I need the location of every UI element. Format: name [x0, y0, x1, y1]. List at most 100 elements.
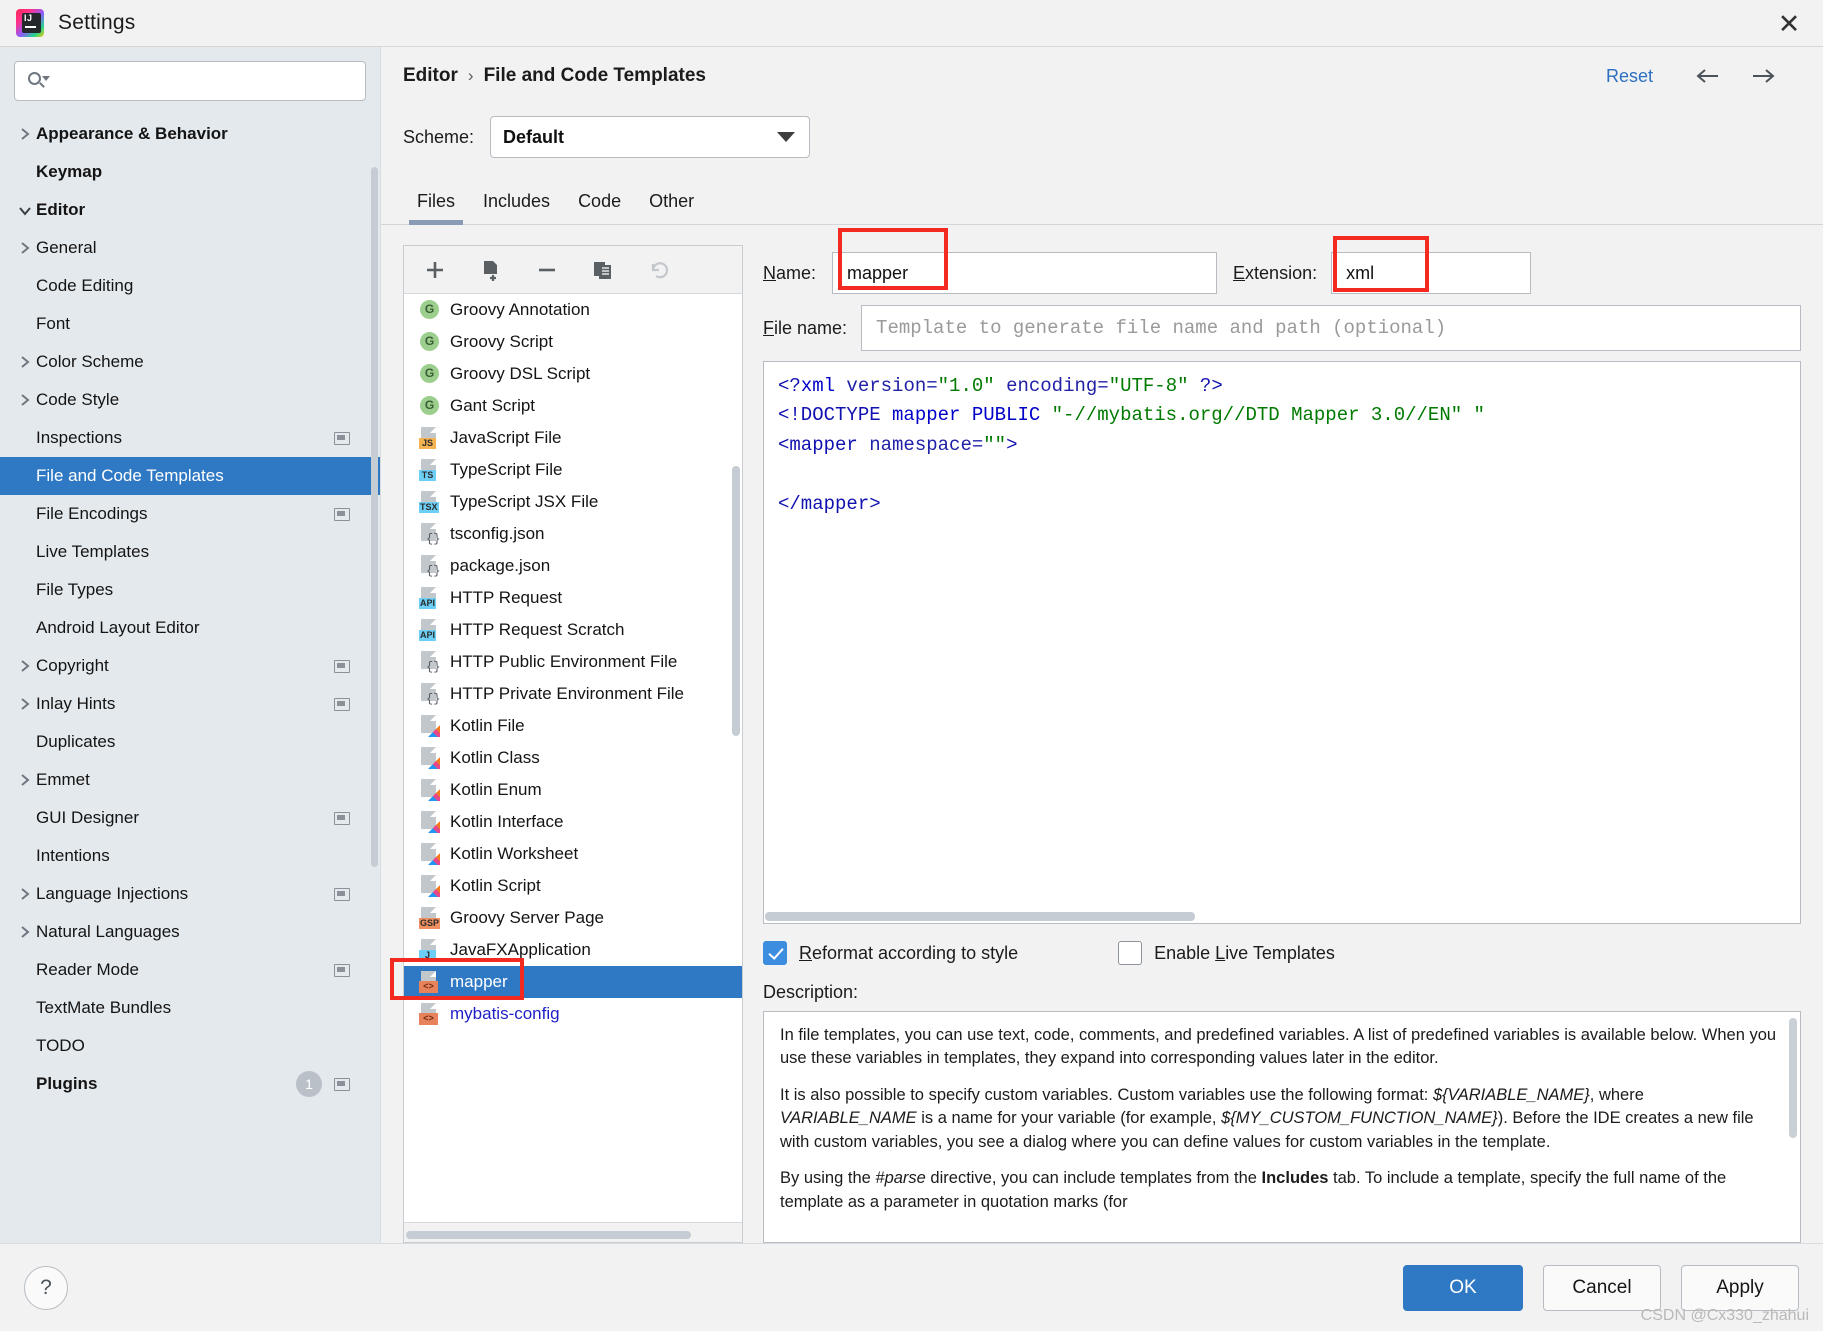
list-item[interactable]: Kotlin File	[404, 710, 742, 742]
list-item[interactable]: TSX TypeScript JSX File	[404, 486, 742, 518]
list-item[interactable]: GSP Groovy Server Page	[404, 902, 742, 934]
list-item[interactable]: G Groovy Annotation	[404, 294, 742, 326]
list-item[interactable]: G Gant Script	[404, 390, 742, 422]
list-item[interactable]: G Groovy DSL Script	[404, 358, 742, 390]
tab-other[interactable]: Other	[635, 191, 708, 224]
description-scrollbar[interactable]	[1789, 1018, 1797, 1138]
list-item[interactable]: Kotlin Interface	[404, 806, 742, 838]
sidebar-item-code-style[interactable]: Code Style	[0, 381, 380, 419]
chevron-right-icon[interactable]	[14, 696, 36, 712]
file-type-icon: TSX	[418, 490, 442, 514]
chevron-right-icon[interactable]	[14, 658, 36, 674]
chevron-right-icon[interactable]	[14, 354, 36, 370]
list-item[interactable]: Kotlin Enum	[404, 774, 742, 806]
sidebar-item-duplicates[interactable]: Duplicates	[0, 723, 380, 761]
list-item[interactable]: {} HTTP Public Environment File	[404, 646, 742, 678]
code-horizontal-scrollbar[interactable]	[765, 912, 1195, 921]
filename-input[interactable]: Template to generate file name and path …	[861, 305, 1801, 351]
list-item[interactable]: J JavaFXApplication	[404, 934, 742, 966]
search-box[interactable]	[14, 61, 366, 101]
chevron-right-icon[interactable]	[14, 240, 36, 256]
sidebar-item-reader-mode[interactable]: Reader Mode	[0, 951, 380, 989]
description-paragraph-3: By using the #parse directive, you can i…	[780, 1169, 1727, 1211]
back-arrow-icon[interactable]	[1693, 61, 1723, 91]
reset-link[interactable]: Reset	[1606, 66, 1653, 87]
tab-files[interactable]: Files	[403, 191, 469, 225]
list-item[interactable]: Kotlin Script	[404, 870, 742, 902]
list-item[interactable]: <> mybatis-config	[404, 998, 742, 1030]
list-horizontal-scrollbar[interactable]	[406, 1231, 691, 1239]
list-item[interactable]: API HTTP Request Scratch	[404, 614, 742, 646]
list-item[interactable]: {} package.json	[404, 550, 742, 582]
remove-icon[interactable]	[532, 255, 562, 285]
apply-button[interactable]: Apply	[1681, 1264, 1799, 1311]
sidebar-item-file-encodings[interactable]: File Encodings	[0, 495, 380, 533]
list-item[interactable]: JS JavaScript File	[404, 422, 742, 454]
sidebar-item-inlay-hints[interactable]: Inlay Hints	[0, 685, 380, 723]
scheme-dropdown[interactable]: Default	[490, 116, 811, 158]
search-input[interactable]	[47, 72, 355, 90]
cancel-button[interactable]: Cancel	[1543, 1264, 1661, 1311]
template-code-editor[interactable]: <?xml version="1.0" encoding="UTF-8" ?> …	[763, 361, 1801, 924]
sidebar-item-keymap[interactable]: Keymap	[0, 153, 380, 191]
sidebar-item-code-editing[interactable]: Code Editing	[0, 267, 380, 305]
sidebar-item-gui-designer[interactable]: GUI Designer	[0, 799, 380, 837]
ok-button[interactable]: OK	[1403, 1264, 1523, 1311]
sidebar-item-inspections[interactable]: Inspections	[0, 419, 380, 457]
sidebar-item-android-layout-editor[interactable]: Android Layout Editor	[0, 609, 380, 647]
reformat-checkbox[interactable]	[763, 941, 787, 965]
list-item[interactable]: Kotlin Class	[404, 742, 742, 774]
chevron-right-icon[interactable]	[14, 886, 36, 902]
chevron-right-icon[interactable]	[14, 772, 36, 788]
name-input[interactable]: mapper	[832, 252, 1218, 294]
sidebar-item-file-types[interactable]: File Types	[0, 571, 380, 609]
add-icon[interactable]	[420, 255, 450, 285]
options-row: Reformat according to style Enable Live …	[763, 924, 1801, 982]
list-vertical-scrollbar[interactable]	[732, 466, 740, 736]
breadcrumb-root[interactable]: Editor	[403, 65, 458, 87]
chevron-down-icon[interactable]	[14, 204, 36, 217]
list-item[interactable]: {} tsconfig.json	[404, 518, 742, 550]
sidebar-item-language-injections[interactable]: Language Injections	[0, 875, 380, 913]
sidebar-item-font[interactable]: Font	[0, 305, 380, 343]
tab-includes[interactable]: Includes	[469, 191, 564, 224]
list-item[interactable]: {} HTTP Private Environment File	[404, 678, 742, 710]
scheme-value: Default	[503, 126, 565, 147]
list-item[interactable]: G Groovy Script	[404, 326, 742, 358]
sidebar-scrollbar[interactable]	[371, 167, 378, 867]
list-item[interactable]: <> mapper	[404, 966, 742, 998]
sidebar-item-emmet[interactable]: Emmet	[0, 761, 380, 799]
sidebar-item-label: Inspections	[36, 428, 122, 447]
chevron-right-icon[interactable]	[14, 392, 36, 408]
footer-buttons: OK Cancel Apply	[1403, 1264, 1799, 1311]
sidebar-item-textmate-bundles[interactable]: TextMate Bundles	[0, 989, 380, 1027]
dialog-footer: ? OK Cancel Apply	[0, 1243, 1823, 1331]
close-icon[interactable]: ✕	[1773, 8, 1805, 40]
sidebar-item-live-templates[interactable]: Live Templates	[0, 533, 380, 571]
sidebar-item-natural-languages[interactable]: Natural Languages	[0, 913, 380, 951]
sidebar-item-plugins[interactable]: Plugins 1	[0, 1065, 380, 1103]
chevron-right-icon[interactable]	[14, 924, 36, 940]
sidebar-item-intentions[interactable]: Intentions	[0, 837, 380, 875]
sidebar-item-editor[interactable]: Editor	[0, 191, 380, 229]
xml-file-icon: <>	[418, 1002, 442, 1026]
chevron-right-icon[interactable]	[14, 126, 36, 142]
forward-arrow-icon[interactable]	[1748, 61, 1778, 91]
copy-template-icon[interactable]	[476, 255, 506, 285]
sidebar-item-copyright[interactable]: Copyright	[0, 647, 380, 685]
help-icon[interactable]: ?	[24, 1265, 68, 1310]
extension-input[interactable]: xml	[1331, 252, 1532, 294]
list-item[interactable]: Kotlin Worksheet	[404, 838, 742, 870]
sidebar-item-color-scheme[interactable]: Color Scheme	[0, 343, 380, 381]
duplicate-icon[interactable]	[588, 255, 618, 285]
tab-code[interactable]: Code	[564, 191, 635, 224]
sidebar-item-file-and-code-templates[interactable]: File and Code Templates	[0, 457, 380, 495]
list-item[interactable]: API HTTP Request	[404, 582, 742, 614]
sidebar-item-appearance-behavior[interactable]: Appearance & Behavior	[0, 115, 380, 153]
sidebar-item-general[interactable]: General	[0, 229, 380, 267]
live-templates-checkbox[interactable]	[1118, 941, 1143, 965]
list-item[interactable]: TS TypeScript File	[404, 454, 742, 486]
sidebar-item-label: TextMate Bundles	[36, 998, 172, 1017]
reset-icon[interactable]	[644, 255, 674, 285]
sidebar-item-todo[interactable]: TODO	[0, 1027, 380, 1065]
